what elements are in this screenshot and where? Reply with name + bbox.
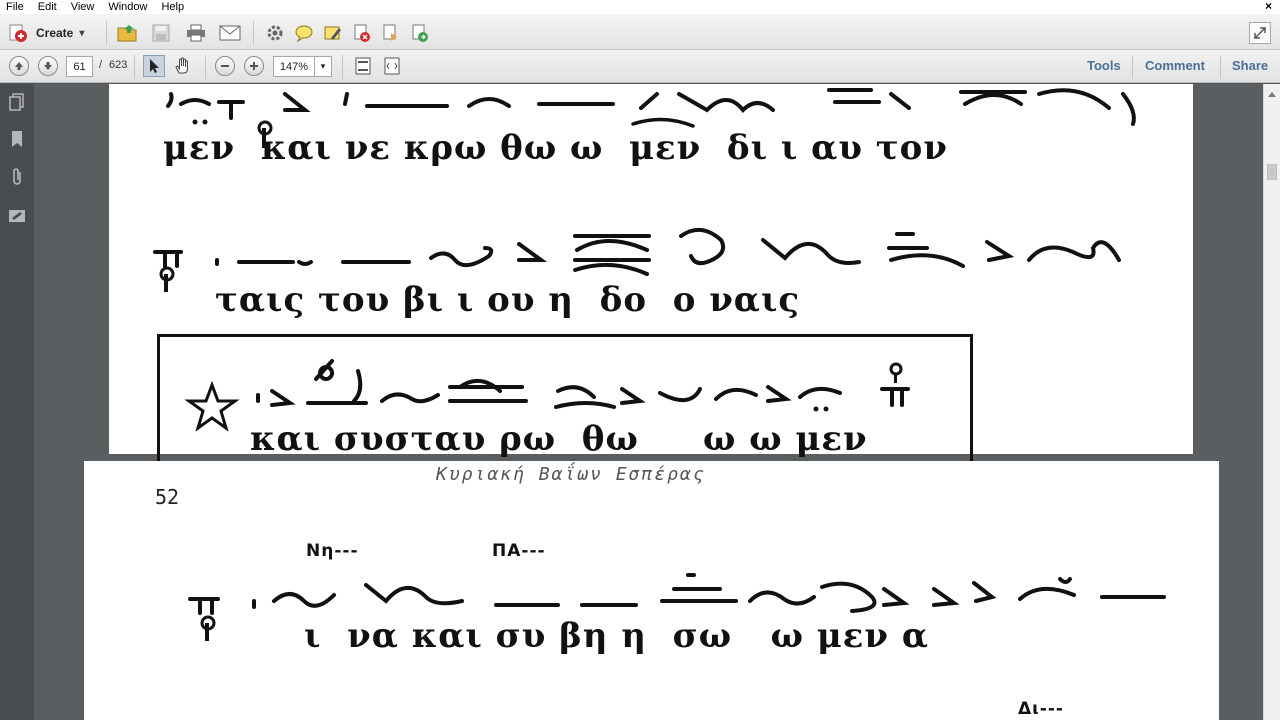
page-separator: / <box>99 59 103 71</box>
menu-file[interactable]: File <box>0 0 31 14</box>
signatures-icon[interactable] <box>8 206 26 226</box>
lyrics-page2-line-1: ι να και συ βη η σω ω μεν α <box>304 616 929 656</box>
full-screen-icon[interactable] <box>381 55 403 77</box>
zoom-dropdown-button[interactable]: ▾ <box>314 56 332 77</box>
bookmarks-icon[interactable] <box>8 129 26 149</box>
lyrics-line-2: ταις του βι ι ου η δο ο ναις <box>215 280 801 320</box>
open-icon[interactable] <box>117 22 139 44</box>
highlighted-verse-box: και συσταυ ρω θω ω ω μεν <box>157 334 973 464</box>
document-page-61: μεν και νε κρω θω ω μεν δι ι αυ τον ταις… <box>109 84 1193 464</box>
neume-notation-page2 <box>188 573 1166 641</box>
create-label: Create <box>36 26 74 40</box>
toolbar-divider <box>134 55 135 79</box>
toolbar-divider <box>106 21 107 45</box>
star-icon <box>184 380 240 432</box>
document-viewport[interactable]: μεν και νε κρω θω ω μεν δι ι αυ τον ταις… <box>34 84 1263 720</box>
page-number-input[interactable]: 61 <box>66 56 93 77</box>
save-icon[interactable] <box>150 22 172 44</box>
toolbar-divider <box>1132 56 1133 78</box>
next-page-button[interactable] <box>38 56 58 76</box>
previous-page-button[interactable] <box>9 56 29 76</box>
chevron-down-icon: ▾ <box>320 61 326 71</box>
menu-help[interactable]: Help <box>154 0 191 14</box>
toolbar-divider <box>342 55 343 79</box>
vertical-scrollbar[interactable] <box>1263 84 1280 720</box>
scroll-thumb[interactable] <box>1267 164 1277 180</box>
highlight-icon[interactable] <box>322 22 344 44</box>
share-link[interactable]: Share <box>1232 58 1268 73</box>
navigation-toolbar: 61 / 623 147% ▾ Tools Comment Share <box>0 50 1280 83</box>
settings-icon[interactable] <box>264 22 286 44</box>
chevron-down-icon: ▾ <box>79 27 85 39</box>
menu-window[interactable]: Window <box>101 0 154 14</box>
toolbar-divider <box>253 21 254 45</box>
redact-icon[interactable] <box>351 22 373 44</box>
plus-icon <box>250 62 258 70</box>
page-thumbnails-icon[interactable] <box>8 92 26 112</box>
page-total: 623 <box>109 59 128 71</box>
create-pdf-icon <box>8 23 30 43</box>
document-page-62: Κυριακή Βαΐων Εσπέρας 52 Nη--- ΠΑ--- Δι-… <box>84 461 1219 720</box>
stamp-icon[interactable] <box>380 22 402 44</box>
zoom-level-input[interactable]: 147% <box>273 56 315 77</box>
attachments-icon[interactable] <box>8 167 26 187</box>
lyrics-box-line: και συσταυ ρω θω ω ω μεν <box>250 419 868 459</box>
export-icon[interactable] <box>409 22 431 44</box>
comment-bubble-icon[interactable] <box>293 22 315 44</box>
print-icon[interactable] <box>185 22 207 44</box>
toolbar-divider <box>205 55 206 79</box>
zoom-out-button[interactable] <box>215 56 235 76</box>
hand-tool-icon[interactable] <box>172 55 194 77</box>
left-navigation-panel <box>0 84 34 720</box>
fit-page-icon[interactable] <box>352 55 374 77</box>
menu-view[interactable]: View <box>64 0 102 14</box>
create-button[interactable]: Create ▾ <box>8 22 84 44</box>
expand-icon[interactable] <box>1249 22 1271 44</box>
scroll-up-icon[interactable] <box>1268 92 1276 97</box>
menu-bar: File Edit View Window Help × <box>0 0 1280 14</box>
close-document-icon[interactable]: × <box>1265 0 1272 13</box>
main-toolbar: Create ▾ <box>0 14 1280 50</box>
toolbar-divider <box>1220 56 1221 78</box>
tools-link[interactable]: Tools <box>1087 58 1121 73</box>
comment-link[interactable]: Comment <box>1145 58 1205 73</box>
email-icon[interactable] <box>219 22 241 44</box>
minus-icon <box>221 65 229 67</box>
arrow-up-icon <box>15 62 23 70</box>
arrow-down-icon <box>44 62 52 70</box>
menu-edit[interactable]: Edit <box>31 0 64 14</box>
zoom-in-button[interactable] <box>244 56 264 76</box>
select-tool-icon[interactable] <box>143 55 165 77</box>
